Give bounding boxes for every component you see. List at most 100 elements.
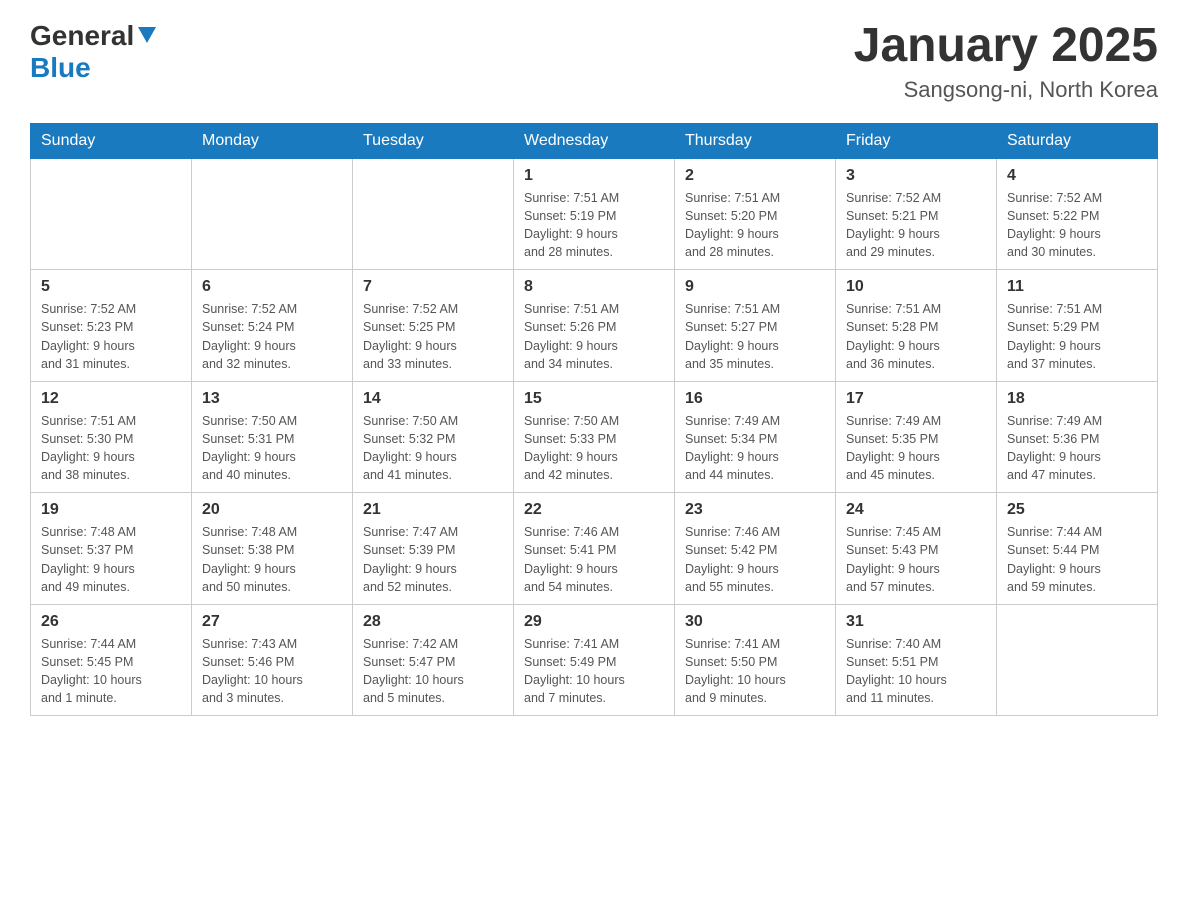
- calendar-cell: 27Sunrise: 7:43 AM Sunset: 5:46 PM Dayli…: [192, 604, 353, 716]
- day-number: 29: [524, 613, 664, 631]
- day-info: Sunrise: 7:41 AM Sunset: 5:50 PM Dayligh…: [685, 635, 825, 708]
- calendar-cell: 26 Sunrise: 7:44 AM Sunset: 5:45 PM Dayli…: [31, 604, 192, 716]
- day-number: 3: [846, 167, 986, 185]
- day-info: Sunrise: 7:44 AM Sunset: 5:44 PM Dayligh…: [1007, 523, 1147, 596]
- day-info: Sunrise: 7:51 AM Sunset: 5:19 PM Dayligh…: [524, 189, 664, 262]
- weekday-header-wednesday: Wednesday: [514, 123, 675, 158]
- day-info: Sunrise: 7:50 AM Sunset: 5:33 PM Dayligh…: [524, 412, 664, 485]
- logo: General Blue: [30, 20, 156, 84]
- day-number: 14: [363, 390, 503, 408]
- calendar-header: SundayMondayTuesdayWednesdayThursdayFrid…: [31, 123, 1158, 158]
- calendar-cell: 25 Sunrise: 7:44 AM Sunset: 5:44 PM Dayli…: [997, 493, 1158, 605]
- calendar-cell: 31Sunrise: 7:40 AM Sunset: 5:51 PM Dayli…: [836, 604, 997, 716]
- day-info: Sunrise: 7:49 AM Sunset: 5:36 PM Dayligh…: [1007, 412, 1147, 485]
- day-info: Sunrise: 7:45 AM Sunset: 5:43 PM Dayligh…: [846, 523, 986, 596]
- day-number: 25: [1007, 501, 1147, 519]
- calendar-cell: 18 Sunrise: 7:49 AM Sunset: 5:36 PM Dayli…: [997, 381, 1158, 493]
- day-info: Sunrise: 7:52 AM Sunset: 5:25 PM Dayligh…: [363, 300, 503, 373]
- calendar-cell: 24 Sunrise: 7:45 AM Sunset: 5:43 PM Dayli…: [836, 493, 997, 605]
- calendar-cell: 21 Sunrise: 7:47 AM Sunset: 5:39 PM Dayli…: [353, 493, 514, 605]
- day-info: Sunrise: 7:46 AM Sunset: 5:41 PM Dayligh…: [524, 523, 664, 596]
- day-info: Sunrise: 7:50 AM Sunset: 5:31 PM Dayligh…: [202, 412, 342, 485]
- location-title: Sangsong-ni, North Korea: [854, 77, 1158, 103]
- calendar-cell: 11Sunrise: 7:51 AM Sunset: 5:29 PM Dayli…: [997, 270, 1158, 382]
- day-number: 24: [846, 501, 986, 519]
- day-number: 23: [685, 501, 825, 519]
- day-info: Sunrise: 7:47 AM Sunset: 5:39 PM Dayligh…: [363, 523, 503, 596]
- weekday-header-row: SundayMondayTuesdayWednesdayThursdayFrid…: [31, 123, 1158, 158]
- calendar-cell: 19 Sunrise: 7:48 AM Sunset: 5:37 PM Dayli…: [31, 493, 192, 605]
- day-number: 20: [202, 501, 342, 519]
- day-number: 2: [685, 167, 825, 185]
- day-info: Sunrise: 7:41 AM Sunset: 5:49 PM Dayligh…: [524, 635, 664, 708]
- day-info: Sunrise: 7:52 AM Sunset: 5:21 PM Dayligh…: [846, 189, 986, 262]
- day-number: 18: [1007, 390, 1147, 408]
- calendar-cell: 23Sunrise: 7:46 AM Sunset: 5:42 PM Dayli…: [675, 493, 836, 605]
- calendar-cell: 2 Sunrise: 7:51 AM Sunset: 5:20 PM Daylig…: [675, 158, 836, 270]
- calendar-cell: 12 Sunrise: 7:51 AM Sunset: 5:30 PM Dayli…: [31, 381, 192, 493]
- weekday-header-sunday: Sunday: [31, 123, 192, 158]
- day-info: Sunrise: 7:51 AM Sunset: 5:30 PM Dayligh…: [41, 412, 181, 485]
- day-number: 26: [41, 613, 181, 631]
- calendar-cell: 28Sunrise: 7:42 AM Sunset: 5:47 PM Dayli…: [353, 604, 514, 716]
- weekday-header-monday: Monday: [192, 123, 353, 158]
- calendar-cell: 17Sunrise: 7:49 AM Sunset: 5:35 PM Dayli…: [836, 381, 997, 493]
- logo-blue-text: Blue: [30, 52, 91, 83]
- calendar-week-row: 1Sunrise: 7:51 AM Sunset: 5:19 PM Daylig…: [31, 158, 1158, 270]
- day-number: 8: [524, 278, 664, 296]
- day-number: 19: [41, 501, 181, 519]
- title-section: January 2025 Sangsong-ni, North Korea: [854, 20, 1158, 103]
- calendar-cell: 7Sunrise: 7:52 AM Sunset: 5:25 PM Daylig…: [353, 270, 514, 382]
- day-number: 16: [685, 390, 825, 408]
- day-info: Sunrise: 7:52 AM Sunset: 5:23 PM Dayligh…: [41, 300, 181, 373]
- calendar-cell: 10Sunrise: 7:51 AM Sunset: 5:28 PM Dayli…: [836, 270, 997, 382]
- day-number: 9: [685, 278, 825, 296]
- calendar-cell: [192, 158, 353, 270]
- calendar-week-row: 26 Sunrise: 7:44 AM Sunset: 5:45 PM Dayli…: [31, 604, 1158, 716]
- weekday-header-friday: Friday: [836, 123, 997, 158]
- day-number: 4: [1007, 167, 1147, 185]
- calendar-cell: 13Sunrise: 7:50 AM Sunset: 5:31 PM Dayli…: [192, 381, 353, 493]
- day-info: Sunrise: 7:48 AM Sunset: 5:38 PM Dayligh…: [202, 523, 342, 596]
- day-number: 12: [41, 390, 181, 408]
- day-number: 27: [202, 613, 342, 631]
- day-info: Sunrise: 7:51 AM Sunset: 5:26 PM Dayligh…: [524, 300, 664, 373]
- day-number: 31: [846, 613, 986, 631]
- calendar-cell: 22 Sunrise: 7:46 AM Sunset: 5:41 PM Dayli…: [514, 493, 675, 605]
- calendar-week-row: 19 Sunrise: 7:48 AM Sunset: 5:37 PM Dayli…: [31, 493, 1158, 605]
- day-number: 15: [524, 390, 664, 408]
- calendar-cell: 4Sunrise: 7:52 AM Sunset: 5:22 PM Daylig…: [997, 158, 1158, 270]
- calendar-body: 1Sunrise: 7:51 AM Sunset: 5:19 PM Daylig…: [31, 158, 1158, 716]
- calendar-cell: 1Sunrise: 7:51 AM Sunset: 5:19 PM Daylig…: [514, 158, 675, 270]
- calendar-cell: 29 Sunrise: 7:41 AM Sunset: 5:49 PM Dayli…: [514, 604, 675, 716]
- calendar-cell: 30 Sunrise: 7:41 AM Sunset: 5:50 PM Dayli…: [675, 604, 836, 716]
- calendar-cell: [997, 604, 1158, 716]
- calendar-cell: [31, 158, 192, 270]
- day-info: Sunrise: 7:51 AM Sunset: 5:28 PM Dayligh…: [846, 300, 986, 373]
- calendar-week-row: 5 Sunrise: 7:52 AM Sunset: 5:23 PM Daylig…: [31, 270, 1158, 382]
- calendar-cell: 3 Sunrise: 7:52 AM Sunset: 5:21 PM Daylig…: [836, 158, 997, 270]
- day-info: Sunrise: 7:50 AM Sunset: 5:32 PM Dayligh…: [363, 412, 503, 485]
- day-info: Sunrise: 7:48 AM Sunset: 5:37 PM Dayligh…: [41, 523, 181, 596]
- calendar-table: SundayMondayTuesdayWednesdayThursdayFrid…: [30, 123, 1158, 717]
- day-number: 22: [524, 501, 664, 519]
- day-info: Sunrise: 7:44 AM Sunset: 5:45 PM Dayligh…: [41, 635, 181, 708]
- logo-arrow-icon: [136, 27, 156, 45]
- calendar-cell: 14 Sunrise: 7:50 AM Sunset: 5:32 PM Dayli…: [353, 381, 514, 493]
- calendar-cell: 5 Sunrise: 7:52 AM Sunset: 5:23 PM Daylig…: [31, 270, 192, 382]
- calendar-cell: 15 Sunrise: 7:50 AM Sunset: 5:33 PM Dayli…: [514, 381, 675, 493]
- page-header: General Blue January 2025 Sangsong-ni, N…: [30, 20, 1158, 103]
- weekday-header-tuesday: Tuesday: [353, 123, 514, 158]
- day-info: Sunrise: 7:51 AM Sunset: 5:27 PM Dayligh…: [685, 300, 825, 373]
- month-title: January 2025: [854, 20, 1158, 73]
- day-info: Sunrise: 7:49 AM Sunset: 5:35 PM Dayligh…: [846, 412, 986, 485]
- day-number: 21: [363, 501, 503, 519]
- weekday-header-thursday: Thursday: [675, 123, 836, 158]
- day-info: Sunrise: 7:51 AM Sunset: 5:20 PM Dayligh…: [685, 189, 825, 262]
- day-number: 30: [685, 613, 825, 631]
- calendar-cell: 20 Sunrise: 7:48 AM Sunset: 5:38 PM Dayli…: [192, 493, 353, 605]
- day-number: 28: [363, 613, 503, 631]
- day-number: 5: [41, 278, 181, 296]
- logo-general-text: General: [30, 20, 134, 52]
- calendar-cell: 9 Sunrise: 7:51 AM Sunset: 5:27 PM Daylig…: [675, 270, 836, 382]
